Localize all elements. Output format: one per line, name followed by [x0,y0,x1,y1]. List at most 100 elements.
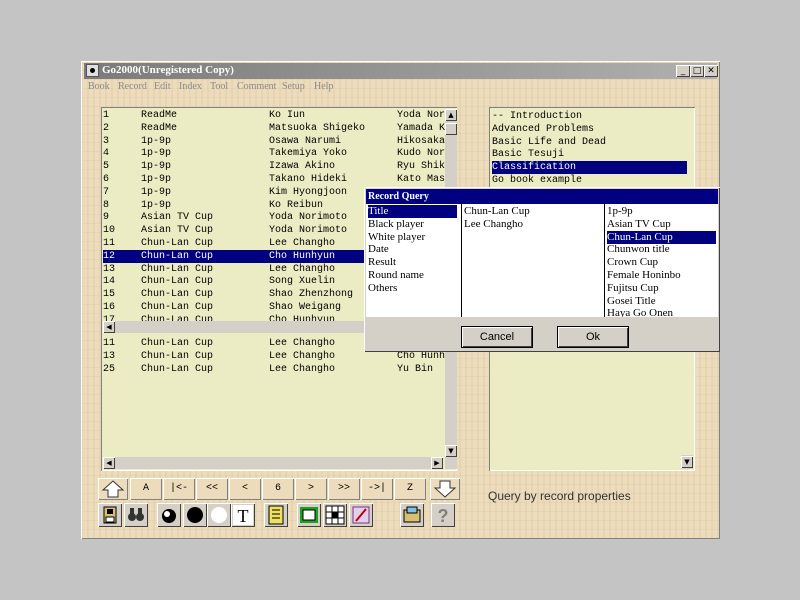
query-value-item[interactable]: 1p-9p [607,205,633,218]
text-icon[interactable]: T [231,503,255,527]
menu-book[interactable]: Book [88,81,110,92]
query-value-item[interactable]: Fujitsu Cup [607,282,659,295]
result-number: 11 [103,338,116,349]
ok-button[interactable]: Ok [558,327,628,347]
binoculars-icon[interactable] [124,503,148,527]
scroll-down-icon[interactable]: ▼ [445,445,457,457]
query-value-item[interactable]: Chunwon title [607,243,670,256]
nav-button[interactable]: ->| [361,478,393,500]
grid-icon[interactable] [323,503,347,527]
scroll-right-icon[interactable]: ▶ [431,457,443,469]
query-field-item[interactable]: Date [368,243,389,256]
query-value-item[interactable]: Chun-Lan Cup [607,230,716,244]
record-number: 8 [103,199,110,211]
nav-button[interactable]: >> [328,478,360,500]
record-event: Chun-Lan Cup [141,289,214,301]
save-icon[interactable] [98,503,122,527]
menu-comment[interactable]: Comment [237,81,276,92]
query-field-list[interactable]: Title Black player White player Date Result R… [366,204,462,317]
menu-record[interactable]: Record [118,81,147,92]
next-book-icon[interactable] [430,478,460,500]
book-list-scrollbar[interactable]: ▼ [681,455,693,469]
nav-button[interactable]: < [229,478,261,500]
record-number: 4 [103,148,110,160]
record-black-player: Yoda Norimoto [269,212,348,224]
nav-button[interactable]: A [130,478,162,500]
white-stone-icon[interactable] [207,503,231,527]
record-number: 13 [103,263,116,275]
edit-icon[interactable] [349,503,373,527]
query-field-item[interactable]: Title [368,205,457,218]
selected-value-item[interactable]: Chun-Lan Cup [464,205,530,218]
book-item[interactable]: Basic Tesuji [492,148,564,161]
record-black-player: Takemiya Yoko [269,148,348,160]
close-button[interactable]: ✕ [704,65,718,77]
board-icon[interactable] [297,503,321,527]
svg-text:T: T [238,506,249,526]
maximize-button[interactable]: □ [690,65,704,77]
record-number: 6 [103,174,110,185]
record-event: 1p-9p [141,199,172,211]
query-value-list[interactable]: 1p-9p Asian TV Cup Chun-Lan Cup Chunwon tit… [605,204,718,317]
prev-book-icon[interactable] [98,478,128,500]
record-black-player: Lee Changho [269,263,336,275]
scroll-thumb[interactable] [445,123,457,135]
query-value-item[interactable]: Gosei Title [607,295,656,308]
query-value-item[interactable]: Asian TV Cup [607,218,671,231]
record-event: Asian TV Cup [141,212,214,224]
nav-button[interactable]: > [295,478,327,500]
record-event: Asian TV Cup [141,225,214,237]
notebook-icon[interactable] [264,503,288,527]
nav-button[interactable]: 6 [262,478,294,500]
scroll-left-icon[interactable]: ◀ [103,321,115,333]
query-value-item[interactable]: Female Honinbo [607,269,681,282]
query-field-item[interactable]: Others [368,282,397,295]
record-event: ReadMe [141,110,178,121]
menu-index[interactable]: Index [179,81,202,92]
menu-setup[interactable]: Setup [282,81,305,92]
query-field-item[interactable]: Black player [368,218,424,231]
query-selected-values[interactable]: Chun-Lan Cup Lee Changho [462,204,605,317]
book-item[interactable]: -- Introduction [492,110,582,123]
result-list-hscrollbar[interactable]: ◀ ▶ [103,457,443,469]
record-white-player: Yamada K [397,122,446,134]
record-event: Chun-Lan Cup [141,250,214,262]
menu-help[interactable]: Help [314,81,333,92]
folder-icon[interactable] [400,503,424,527]
book-item[interactable]: Classification [492,161,687,175]
scroll-left-icon[interactable]: ◀ [103,457,115,469]
book-item[interactable]: Advanced Problems [492,123,594,136]
record-black-player: Shao Weigang [269,302,342,313]
record-black-player: Matsuoka Shigeko [269,122,366,134]
query-field-item[interactable]: Round name [368,269,424,282]
scroll-down-icon[interactable]: ▼ [681,456,693,468]
query-value-item[interactable]: Haya Go Onen [607,307,673,317]
menu-edit[interactable]: Edit [154,81,171,92]
nav-button[interactable]: |<- [163,478,195,500]
book-item[interactable]: Basic Life and Dead [492,136,606,149]
selected-value-item[interactable]: Lee Changho [464,218,523,231]
record-number: 16 [103,302,116,313]
title-bar[interactable]: Go2000(Unregistered Copy) _ □ ✕ [84,63,718,79]
record-black-player: Yoda Norimoto [269,225,348,237]
help-icon[interactable]: ? [431,503,455,527]
scroll-up-icon[interactable]: ▲ [445,109,457,121]
query-field-item[interactable]: White player [368,231,425,244]
app-icon[interactable] [86,64,99,77]
record-list-hscrollbar[interactable]: ◀ [103,321,383,333]
record-black-player: Ko Iun [269,110,306,121]
result-list-scrollbar[interactable]: ▼ [445,335,457,469]
record-white-player: Hikosaka [397,135,446,147]
stone-icon[interactable] [157,503,181,527]
minimize-button[interactable]: _ [676,65,690,77]
black-stone-icon[interactable] [183,503,207,527]
nav-button[interactable]: << [196,478,228,500]
record-white-player: Yoda Nor [397,110,446,121]
record-query-dialog: Record Query Title Black player White play… [364,187,720,352]
query-value-item[interactable]: Crown Cup [607,256,658,269]
query-field-item[interactable]: Result [368,256,396,269]
book-item[interactable]: Go book example [492,174,582,187]
nav-button[interactable]: Z [394,478,426,500]
menu-tool[interactable]: Tool [210,81,228,92]
cancel-button[interactable]: Cancel [462,327,532,347]
